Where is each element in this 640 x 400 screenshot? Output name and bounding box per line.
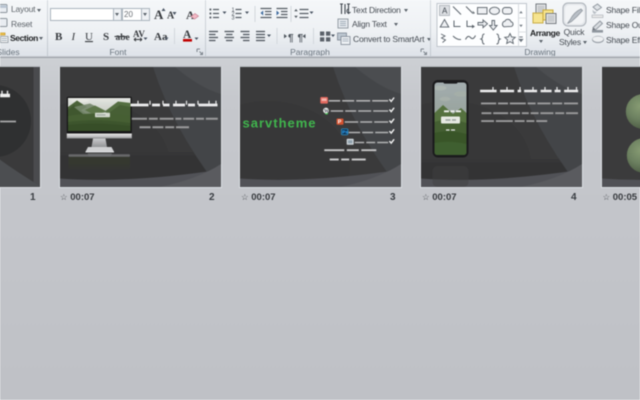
- svg-text:sarvtheme: sarvtheme: [243, 115, 317, 130]
- svg-text:¶: ¶: [298, 33, 304, 44]
- svg-text:Ps: Ps: [343, 129, 349, 134]
- svg-text:P: P: [338, 119, 342, 125]
- svg-text:W: W: [324, 109, 329, 114]
- svg-text:3: 3: [232, 15, 235, 21]
- svg-text:AV: AV: [133, 29, 145, 39]
- svg-text:¶: ¶: [288, 33, 294, 44]
- svg-text:A: A: [154, 7, 164, 22]
- svg-text:Aa: Aa: [154, 31, 168, 43]
- svg-text:abe: abe: [116, 33, 130, 43]
- svg-text:A: A: [442, 7, 448, 16]
- svg-text:U: U: [85, 31, 93, 43]
- svg-text:B: B: [55, 31, 63, 43]
- svg-text:I: I: [71, 31, 77, 43]
- svg-text:S: S: [103, 31, 109, 43]
